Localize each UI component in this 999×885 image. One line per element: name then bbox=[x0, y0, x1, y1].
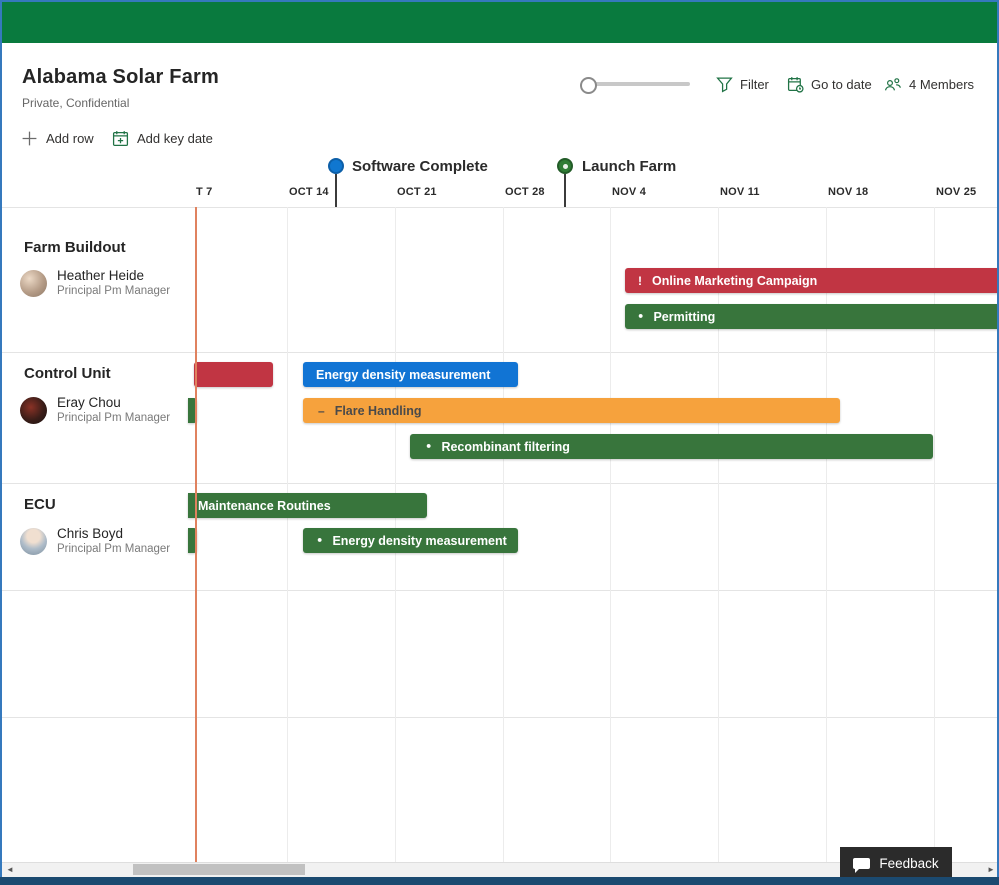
task-bar-recombinant-filtering[interactable]: ● Recombinant filtering bbox=[410, 434, 933, 459]
status-dot-icon: ● bbox=[638, 312, 643, 321]
task-bar-energy-density-measurement-ecu[interactable]: ● Energy density measurement bbox=[303, 528, 518, 553]
date-tick: OCT 14 bbox=[289, 186, 329, 198]
funnel-icon bbox=[716, 76, 733, 93]
row-separator bbox=[0, 590, 999, 591]
task-bar-maintenance-routines[interactable]: Maintenance Routines bbox=[188, 493, 427, 518]
task-label: Energy density measurement bbox=[332, 534, 506, 548]
milestone-marker-launch-farm[interactable] bbox=[557, 158, 573, 174]
milestone-label-software-complete[interactable]: Software Complete bbox=[352, 158, 488, 175]
people-icon bbox=[884, 76, 902, 93]
status-dot-icon: ● bbox=[317, 536, 322, 545]
date-tick: OCT 21 bbox=[397, 186, 437, 198]
task-bar-flare-handling[interactable]: – Flare Handling bbox=[303, 398, 840, 423]
suite-top-bar bbox=[0, 0, 999, 43]
calendar-plus-icon bbox=[112, 130, 129, 147]
speech-bubble-icon bbox=[853, 858, 870, 869]
add-key-date-button[interactable]: Add key date bbox=[112, 129, 213, 147]
filter-label: Filter bbox=[740, 77, 769, 92]
avatar-heather-heide bbox=[20, 270, 47, 297]
person-name: Eray Chou bbox=[57, 395, 170, 411]
row-separator bbox=[0, 483, 999, 484]
scroll-right-arrow[interactable]: ► bbox=[987, 865, 995, 874]
person-role: Principal Pm Manager bbox=[57, 284, 170, 298]
date-tick: NOV 25 bbox=[936, 186, 976, 198]
page-subtitle: Private, Confidential bbox=[22, 96, 129, 110]
person-row-chris-boyd[interactable]: Chris Boyd Principal Pm Manager bbox=[20, 526, 170, 556]
filter-button[interactable]: Filter bbox=[716, 74, 769, 94]
section-title-ecu: ECU bbox=[24, 496, 56, 513]
window-border bbox=[0, 0, 999, 2]
date-tick: NOV 18 bbox=[828, 186, 868, 198]
window-border bbox=[0, 0, 2, 885]
window-border bbox=[0, 877, 999, 885]
person-role: Principal Pm Manager bbox=[57, 542, 170, 556]
go-to-date-label: Go to date bbox=[811, 77, 872, 92]
feedback-button[interactable]: Feedback bbox=[840, 847, 952, 880]
plus-icon bbox=[21, 130, 38, 147]
task-label: Recombinant filtering bbox=[441, 440, 569, 454]
task-label: Online Marketing Campaign bbox=[652, 274, 817, 288]
task-bar-online-marketing-campaign[interactable]: ! Online Marketing Campaign bbox=[625, 268, 999, 293]
zoom-slider-knob[interactable] bbox=[580, 77, 597, 94]
members-label: 4 Members bbox=[909, 77, 974, 92]
row-separator bbox=[0, 352, 999, 353]
feedback-label: Feedback bbox=[879, 856, 938, 871]
task-bar-permitting[interactable]: ● Permitting bbox=[625, 304, 999, 329]
person-name: Chris Boyd bbox=[57, 526, 170, 542]
person-row-heather-heide[interactable]: Heather Heide Principal Pm Manager bbox=[20, 268, 170, 298]
scroll-left-arrow[interactable]: ◄ bbox=[6, 865, 14, 874]
person-role: Principal Pm Manager bbox=[57, 411, 170, 425]
status-dot-icon: ● bbox=[426, 442, 431, 451]
milestone-marker-software-complete[interactable] bbox=[328, 158, 344, 174]
date-tick: T 7 bbox=[196, 186, 213, 198]
calendar-clock-icon bbox=[787, 76, 804, 93]
go-to-date-button[interactable]: Go to date bbox=[787, 74, 872, 94]
warning-icon: ! bbox=[638, 275, 642, 287]
row-separator bbox=[0, 717, 999, 718]
task-label: Maintenance Routines bbox=[198, 499, 331, 513]
add-row-button[interactable]: Add row bbox=[21, 129, 94, 147]
task-label: Permitting bbox=[653, 310, 715, 324]
task-label: Flare Handling bbox=[335, 404, 422, 418]
today-marker-line bbox=[195, 207, 197, 862]
week-gridline bbox=[287, 207, 288, 862]
milestone-label-launch-farm[interactable]: Launch Farm bbox=[582, 158, 676, 175]
date-tick: NOV 4 bbox=[612, 186, 646, 198]
date-tick: OCT 28 bbox=[505, 186, 545, 198]
add-row-label: Add row bbox=[46, 131, 94, 146]
avatar-eray-chou bbox=[20, 397, 47, 424]
project-timeline-window: Office 365 Project ? HC Alabama Solar Fa… bbox=[0, 0, 999, 885]
week-gridline bbox=[610, 207, 611, 862]
avatar-chris-boyd bbox=[20, 528, 47, 555]
date-tick: NOV 11 bbox=[720, 186, 760, 198]
milestone-line-software-complete bbox=[335, 174, 337, 207]
members-button[interactable]: 4 Members bbox=[884, 74, 974, 94]
person-name: Heather Heide bbox=[57, 268, 170, 284]
task-bar-unlabeled-red[interactable] bbox=[194, 362, 273, 387]
add-key-date-label: Add key date bbox=[137, 131, 213, 146]
task-label: Energy density measurement bbox=[316, 368, 490, 382]
milestone-line-launch-farm bbox=[564, 174, 566, 207]
zoom-slider-track[interactable] bbox=[588, 82, 690, 86]
dash-icon: – bbox=[318, 405, 325, 417]
task-bar-energy-density-measurement[interactable]: Energy density measurement bbox=[303, 362, 518, 387]
horizontal-scrollbar-thumb[interactable] bbox=[133, 864, 305, 875]
person-row-eray-chou[interactable]: Eray Chou Principal Pm Manager bbox=[20, 395, 170, 425]
row-separator bbox=[0, 207, 999, 208]
section-title-farm-buildout: Farm Buildout bbox=[24, 239, 126, 256]
section-title-control-unit: Control Unit bbox=[24, 365, 111, 382]
page-title: Alabama Solar Farm bbox=[22, 66, 219, 89]
